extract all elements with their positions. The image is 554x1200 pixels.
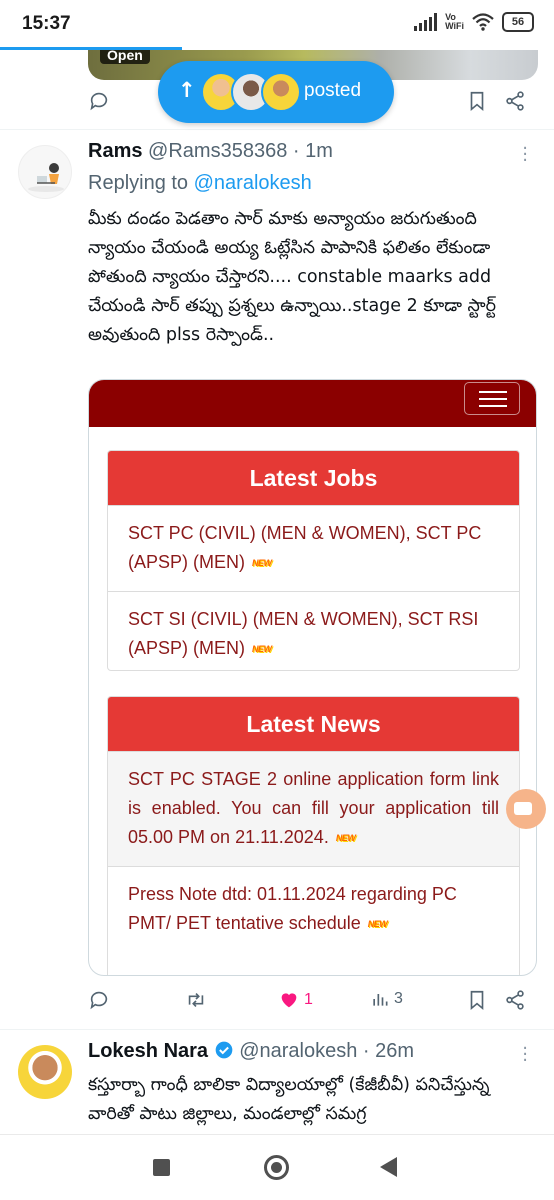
tweet-header: Lokesh Nara @naralokesh · 26m [88,1040,415,1062]
more-icon[interactable]: · · · [522,140,528,170]
job-item: SCT SI (CIVIL) (MEN & WOMEN), SCT RSI (A… [108,590,519,670]
avatar[interactable] [18,145,72,199]
avatar[interactable] [18,1045,72,1099]
views-icon [373,994,388,1006]
tweet-time: 1m [305,140,333,162]
latest-news-title: Latest News [108,697,519,751]
new-badge-icon: NEW [335,832,356,843]
author-name[interactable]: Lokesh Nara [88,1040,208,1062]
reply-icon [90,991,108,1010]
tweet-time: 26m [375,1040,415,1062]
status-bar: 15:37 Vo WiFi 56 [0,0,554,50]
news-item: Press Note dtd: 01.11.2024 regarding PC … [108,865,519,952]
share-button[interactable] [504,90,526,112]
share-icon [506,990,524,1010]
heart-icon [281,993,297,1008]
posted-label: posted [304,80,362,101]
reply-button[interactable] [88,989,110,1011]
home-icon[interactable] [264,1155,289,1180]
like-count: 1 [304,991,313,1008]
site-header-bar [89,380,536,427]
hamburger-menu-icon [464,382,520,415]
retweet-icon [188,992,204,1008]
new-badge-icon: NEW [367,918,388,929]
tweet-text: కస్తూర్బా గాంధీ బాలికా విద్యాలయాల్లో (కే… [88,1075,490,1124]
signal-icon [414,13,438,31]
bookmark-button[interactable] [466,989,488,1011]
bookmark-button[interactable] [466,90,488,112]
latest-jobs-title: Latest Jobs [108,451,519,505]
views-button[interactable]: 3 [370,989,403,1009]
loading-progress-line [0,47,182,50]
like-button[interactable]: 1 [278,989,313,1011]
news-item: SCT PC STAGE 2 online application form l… [108,751,519,866]
new-badge-icon: NEW [252,557,272,568]
tweet-text: మీకు దండం పెడతాం సార్ మాకు అన్యాయం జరుగు… [88,209,496,345]
tweet-divider [0,1029,554,1030]
author-name[interactable]: Rams [88,140,142,162]
reply-mention-link[interactable]: @naralokesh [194,172,312,194]
status-time: 15:37 [22,13,71,34]
status-icons: Vo WiFi 56 [414,12,534,32]
bookmark-icon [470,990,484,1011]
share-button[interactable] [504,989,526,1011]
tweet-media-image[interactable]: Latest Jobs SCT PC (CIVIL) (MEN & WOMEN)… [88,379,537,976]
share-icon [506,91,524,111]
reply-icon [90,92,108,111]
job-item: SCT PC (CIVIL) (MEN & WOMEN), SCT PC (AP… [108,505,519,591]
battery-indicator: 56 [502,12,534,32]
back-icon[interactable] [380,1157,397,1177]
latest-jobs-panel: Latest Jobs SCT PC (CIVIL) (MEN & WOMEN)… [107,450,520,671]
views-count: 3 [394,990,403,1007]
tweet-actions: 1 3 [0,985,554,1021]
retweet-button[interactable] [185,989,207,1011]
new-posts-pill[interactable]: ↑ posted [158,61,394,123]
system-navigation-bar [0,1134,554,1200]
tweet-divider [0,129,554,130]
replying-to: Replying to @naralokesh [88,172,312,194]
video-call-icon[interactable] [506,789,546,829]
author-handle[interactable]: @Rams358368 [148,140,287,162]
wifi-icon [472,13,494,31]
latest-news-panel: Latest News SCT PC STAGE 2 online applic… [107,696,520,975]
new-badge-icon: NEW [252,643,272,654]
bookmark-icon [470,91,484,112]
tweet-header: Rams @Rams358368 · 1m [88,140,333,162]
profile-illustration-icon [28,163,64,192]
author-handle[interactable]: @naralokesh [239,1040,357,1062]
arrow-up-icon: ↑ [178,78,196,102]
avatar [261,72,301,112]
verified-icon [215,1041,232,1059]
reply-button[interactable] [88,90,110,112]
vowifi-label: Vo WiFi [445,12,464,31]
more-icon[interactable]: · · · [522,1040,528,1070]
recent-apps-icon[interactable] [153,1159,170,1176]
